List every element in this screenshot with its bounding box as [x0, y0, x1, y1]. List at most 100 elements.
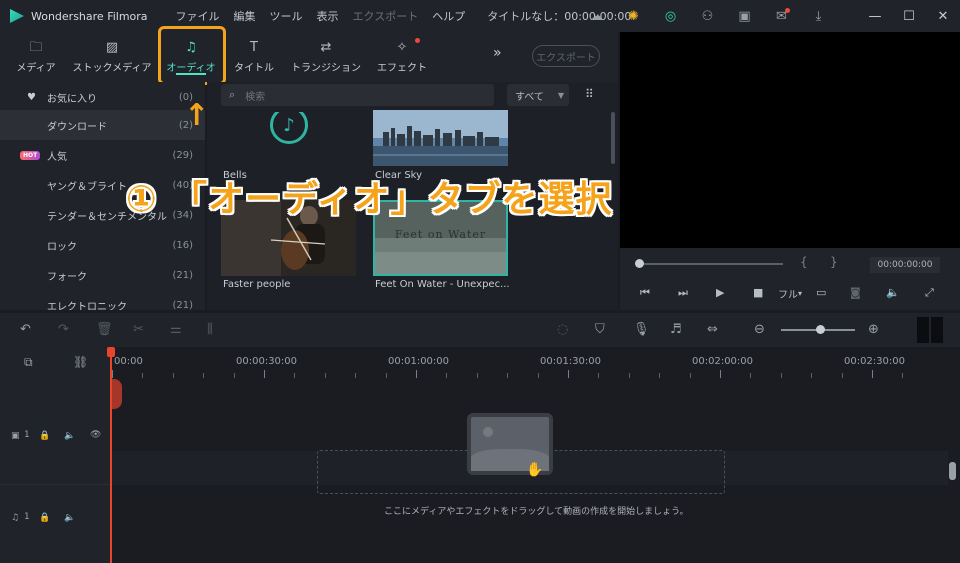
- ruler-tick: [355, 373, 357, 378]
- timeline-vertical-scrollbar[interactable]: [949, 462, 956, 480]
- prev-frame-icon[interactable]: ⏮: [640, 286, 650, 300]
- ruler-tick: [598, 373, 600, 378]
- undo-icon[interactable]: ↶: [20, 322, 31, 337]
- ruler-label: 00:02:30:00: [844, 356, 906, 367]
- zoom-in-icon[interactable]: ⊕: [868, 322, 879, 337]
- cloud-icon[interactable]: ☁: [578, 0, 615, 32]
- library-item-rock[interactable]: ロック (16): [0, 230, 205, 260]
- delete-icon[interactable]: 🗑: [96, 322, 113, 337]
- display-icon[interactable]: ▭: [816, 286, 826, 299]
- timeline-toolbar: ↶ ↷ 🗑 ✂ ⚌ ⫼ ◌ ⛉ 🎙 ♬ ⇔ ⊖ ⊕: [0, 313, 960, 347]
- library-item-folk[interactable]: フォーク (21): [0, 260, 205, 290]
- filter-select[interactable]: すべて ▼: [507, 84, 569, 106]
- menu-view[interactable]: 表示: [317, 8, 339, 24]
- mail-icon[interactable]: ✉: [763, 0, 800, 32]
- more-tabs-icon[interactable]: »: [493, 45, 502, 61]
- ruler-tick: [628, 373, 630, 378]
- menu-export[interactable]: エクスポート: [353, 8, 419, 24]
- preview-player[interactable]: [620, 32, 960, 248]
- audio-mute-icon[interactable]: 🔈: [64, 513, 75, 523]
- timeline-ruler[interactable]: 00:00 00:00:30:00 00:01:00:00 00:01:30:0…: [112, 347, 948, 378]
- ruler-tick: [416, 370, 417, 378]
- annotation-arrow-icon: ↑: [184, 98, 210, 133]
- library-tabs: 🗀 メディア ▨ ストックメディア ♫ オーディオ T タイトル ⇄ トランジシ…: [0, 32, 618, 82]
- tab-effects[interactable]: ✧ エフェクト: [377, 32, 427, 82]
- mark-out-icon[interactable]: }: [830, 255, 838, 269]
- adjust-icon[interactable]: ⚌: [170, 322, 182, 337]
- marker-icon[interactable]: ⛉: [595, 322, 605, 337]
- search-input[interactable]: ⌕ 検索: [221, 84, 494, 106]
- audio-mixer-icon[interactable]: ♬: [670, 322, 682, 337]
- playhead-handle[interactable]: [107, 347, 115, 357]
- title-icon-group: ☁ ✺ ◎ ⚇ ▣ ✉ ⤓: [578, 0, 837, 32]
- bulb-icon[interactable]: ✺: [615, 0, 652, 32]
- add-track-icon[interactable]: ⧉: [24, 355, 33, 370]
- tab-titles[interactable]: T タイトル: [232, 32, 276, 82]
- library-item-downloads[interactable]: ダウンロード (2): [0, 110, 205, 140]
- ruler-tick: [446, 373, 448, 378]
- media-thumb-bells[interactable]: ♪: [221, 112, 356, 168]
- cut-icon[interactable]: ✂: [133, 322, 144, 337]
- media-thumb-clear-sky[interactable]: [373, 110, 508, 166]
- link-icon[interactable]: ⛓: [73, 355, 88, 369]
- ruler-tick: [750, 373, 752, 378]
- tab-media[interactable]: 🗀 メディア: [15, 32, 57, 82]
- folder-icon: 🗀: [29, 40, 43, 55]
- eye-icon[interactable]: 👁: [90, 430, 101, 440]
- audio-wave-icon[interactable]: ⫼: [207, 322, 213, 337]
- stop-icon[interactable]: ■: [753, 286, 763, 299]
- mute-icon[interactable]: 🔈: [64, 431, 75, 441]
- export-button[interactable]: エクスポート: [532, 45, 600, 67]
- library-item-electronic[interactable]: エレクトロニック (21): [0, 290, 205, 311]
- menu-edit[interactable]: 編集: [234, 8, 256, 24]
- tab-stock-media[interactable]: ▨ ストックメディア: [73, 32, 152, 82]
- close-icon[interactable]: ✕: [926, 0, 960, 32]
- redo-icon[interactable]: ↷: [58, 322, 69, 337]
- preview-scrub-track[interactable]: [638, 263, 783, 265]
- mark-in-icon[interactable]: {: [800, 255, 808, 269]
- image-icon: ▨: [105, 40, 119, 55]
- clear-sky-image: [373, 110, 508, 166]
- play-icon[interactable]: ▶: [716, 286, 724, 299]
- ruler-tick: [568, 370, 569, 378]
- minimize-icon[interactable]: —: [858, 0, 892, 32]
- quality-select[interactable]: フル: [778, 286, 798, 301]
- zoom-slider-knob[interactable]: [816, 325, 825, 334]
- ruler-tick: [841, 373, 843, 378]
- audio-lock-icon[interactable]: 🔒: [39, 513, 50, 523]
- grid-view-icon[interactable]: ⠿: [585, 87, 594, 101]
- drop-hint-text: ここにメディアやエフェクトをドラッグして動画の作成を開始しましょう。: [384, 507, 689, 517]
- headset-icon[interactable]: ◎: [652, 0, 689, 32]
- library-item-favorites[interactable]: ♥ お気に入り (0): [0, 82, 205, 112]
- menu-tools[interactable]: ツール: [270, 8, 303, 24]
- menu-help[interactable]: ヘルプ: [432, 8, 465, 24]
- library-item-popular[interactable]: HOT 人気 (29): [0, 140, 205, 170]
- download-icon[interactable]: ⤓: [800, 0, 837, 32]
- ruler-tick: [233, 373, 235, 378]
- lock-icon[interactable]: 🔒: [39, 431, 50, 441]
- effect-icon: ✧: [396, 40, 408, 55]
- filmora-logo-icon: [10, 9, 24, 23]
- title-bar: Wondershare Filmora ファイル 編集 ツール 表示 エクスポー…: [0, 0, 960, 32]
- timeline-layout-toggle[interactable]: [917, 317, 943, 343]
- quality-chevron-icon[interactable]: ▾: [798, 289, 802, 298]
- snapshot-icon[interactable]: ◙: [850, 286, 861, 299]
- ruler-tick: [720, 370, 721, 378]
- render-icon[interactable]: ◌: [557, 322, 568, 337]
- microphone-icon[interactable]: 🎙: [633, 322, 650, 337]
- user-icon[interactable]: ⚇: [689, 0, 726, 32]
- maximize-icon[interactable]: ☐: [892, 0, 926, 32]
- playhead[interactable]: [110, 347, 112, 563]
- step-back-icon[interactable]: ⏭: [678, 286, 688, 300]
- volume-icon[interactable]: 🔈: [886, 286, 900, 299]
- preview-scrub-knob[interactable]: [635, 259, 644, 268]
- menu-file[interactable]: ファイル: [176, 8, 220, 24]
- ruler-tick: [902, 373, 904, 378]
- fit-timeline-icon[interactable]: ⇔: [707, 322, 718, 337]
- track-headers: ⧉ ⛓ ▣ 1 🔒 🔈 👁 ♫ 1 🔒 🔈: [0, 347, 110, 563]
- tab-transitions[interactable]: ⇄ トランジション: [291, 32, 361, 82]
- media-scrollbar[interactable]: [611, 112, 615, 164]
- zoom-out-icon[interactable]: ⊖: [754, 322, 765, 337]
- fullscreen-icon[interactable]: ⤢: [925, 286, 934, 300]
- save-icon[interactable]: ▣: [726, 0, 763, 32]
